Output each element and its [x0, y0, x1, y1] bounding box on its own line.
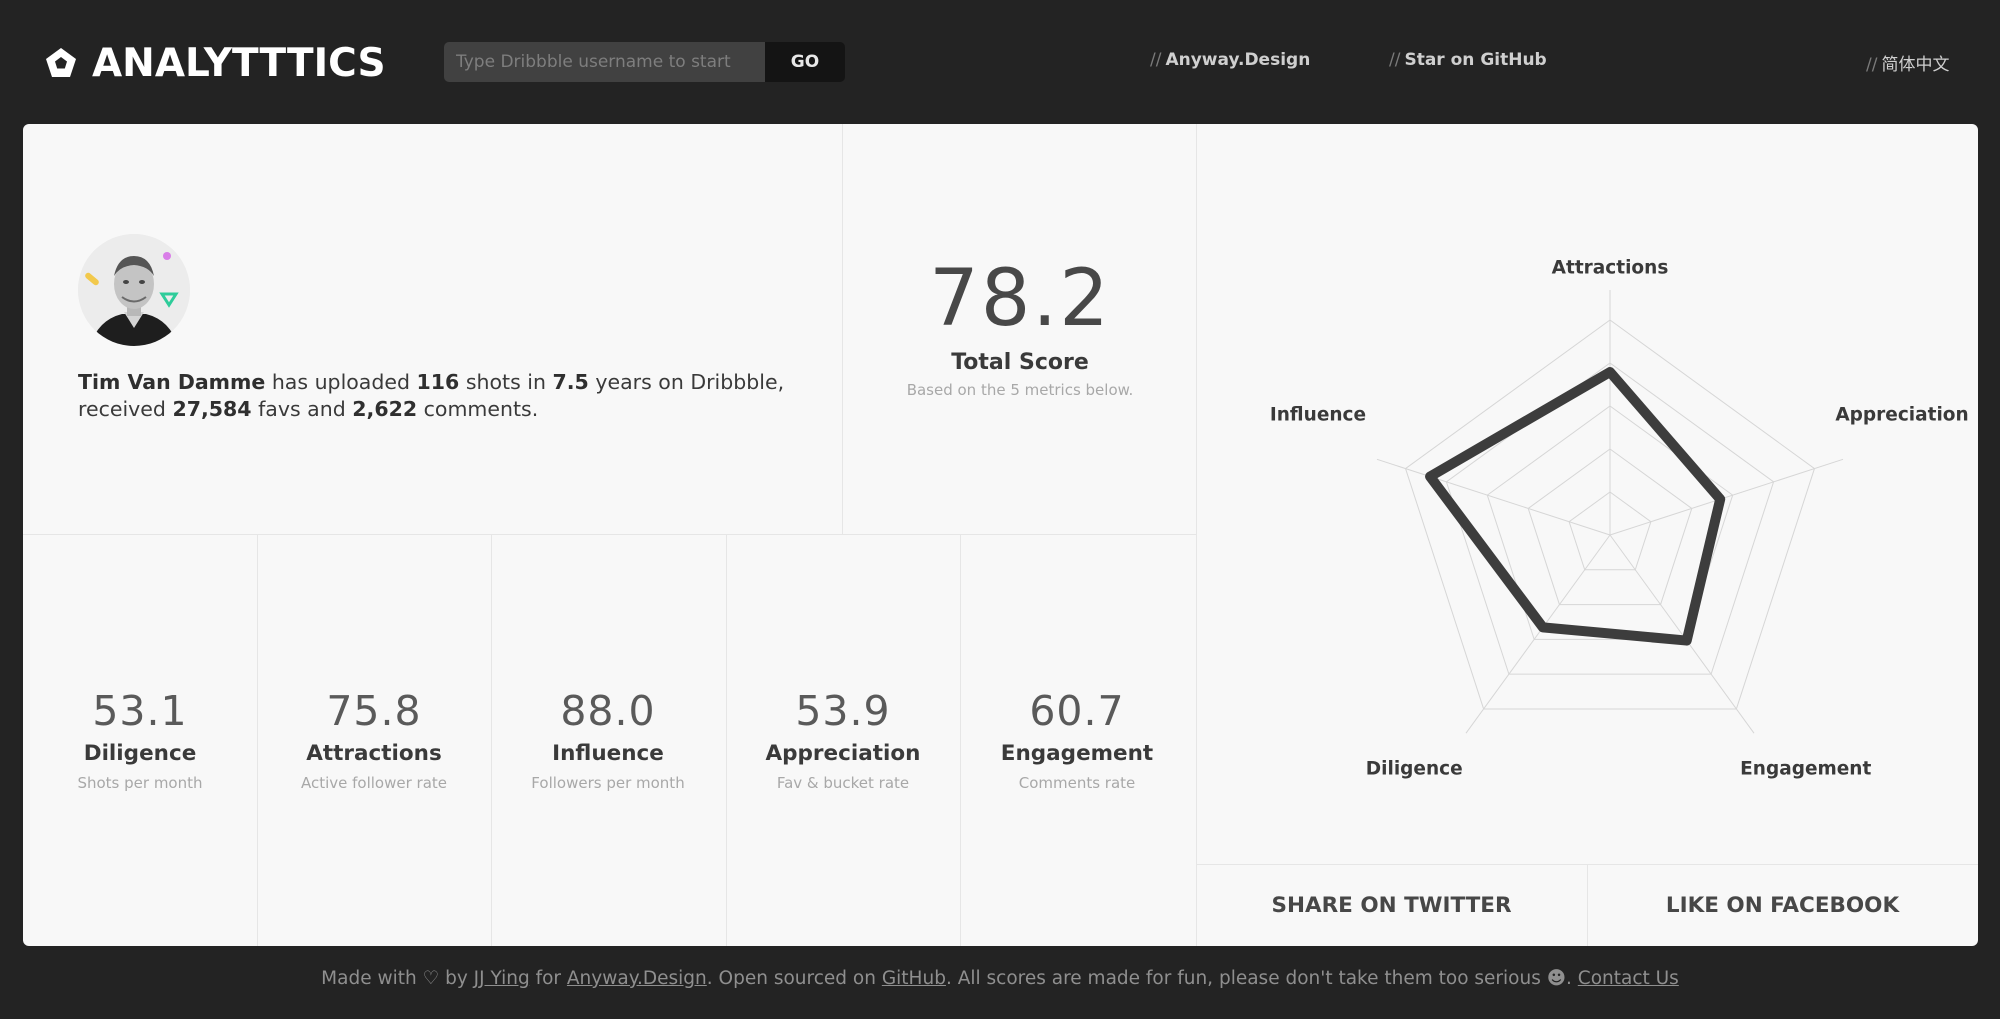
- radar-axis-line: [1609, 458, 1844, 536]
- radar-axis-line: [1376, 458, 1611, 536]
- profile-text: years on Dribbble,: [588, 370, 785, 394]
- footer: Made with ♡ by JJ Ying for Anyway.Design…: [0, 968, 2000, 989]
- logo-text: ANALYTTTICS: [92, 40, 386, 86]
- logo[interactable]: ANALYTTTICS: [44, 40, 386, 86]
- metric-value: 60.7: [1029, 687, 1125, 735]
- metric-value: 53.9: [795, 687, 891, 735]
- metric-name: Appreciation: [765, 741, 921, 766]
- avatar-portrait: [78, 234, 190, 346]
- divider: [23, 534, 1196, 535]
- nav-slash: //: [1150, 50, 1162, 70]
- nav-label: Anyway.Design: [1165, 50, 1311, 70]
- radar-axis-label: Appreciation: [1835, 404, 1969, 426]
- metric-sub: Followers per month: [531, 774, 685, 792]
- footer-text: . Open sourced on: [706, 968, 882, 989]
- pentagon-icon: [46, 48, 76, 77]
- radar-series-polygon: [1425, 367, 1726, 646]
- header: ANALYTTTICS GO //Anyway.Design //Star on…: [0, 0, 2000, 124]
- profile-comments: 2,622: [352, 397, 418, 421]
- metric-value: 53.1: [92, 687, 188, 735]
- footer-text: . All scores are made for fun, please do…: [945, 968, 1578, 989]
- metric-attractions: 75.8 Attractions Active follower rate: [257, 687, 491, 792]
- profile-years: 7.5: [552, 370, 589, 394]
- nav-link-chinese[interactable]: //简体中文: [1866, 50, 1949, 75]
- metric-diligence: 53.1 Diligence Shots per month: [23, 687, 257, 792]
- footer-link-contact[interactable]: Contact Us: [1578, 968, 1679, 989]
- metric-sub: Fav & bucket rate: [776, 774, 910, 792]
- footer-link-site[interactable]: Anyway.Design: [567, 968, 707, 989]
- results-card: Tim Van Damme has uploaded 116 shots in …: [23, 124, 1978, 946]
- metric-name: Attractions: [306, 741, 442, 766]
- radar-axis-label: Diligence: [1365, 758, 1463, 780]
- footer-text: for: [529, 968, 567, 989]
- metric-influence: 88.0 Influence Followers per month: [491, 687, 725, 792]
- profile-text: has uploaded: [265, 370, 417, 394]
- nav-slash: //: [1389, 50, 1401, 70]
- radar-axis-label: Influence: [1269, 404, 1367, 426]
- like-facebook-button[interactable]: LIKE ON FACEBOOK: [1587, 864, 1978, 946]
- profile-shots: 116: [416, 370, 460, 394]
- total-score-sub: Based on the 5 metrics below.: [906, 381, 1134, 399]
- share-twitter-button[interactable]: SHARE ON TWITTER: [1196, 864, 1587, 946]
- total-score-value: 78.2: [843, 254, 1197, 344]
- go-button[interactable]: GO: [765, 42, 845, 82]
- metric-value: 75.8: [326, 687, 422, 735]
- search-bar: GO: [444, 42, 845, 82]
- metric-appreciation: 53.9 Appreciation Fav & bucket rate: [726, 687, 960, 792]
- profile-name: Tim Van Damme: [78, 370, 266, 394]
- profile-text: favs and: [251, 397, 353, 421]
- profile-text: shots in: [459, 370, 553, 394]
- total-score-panel: 78.2 Total Score Based on the 5 metrics …: [843, 254, 1197, 399]
- total-score-int: 78: [929, 254, 1033, 344]
- footer-link-github[interactable]: GitHub: [882, 968, 946, 989]
- profile-favs: 27,584: [172, 397, 252, 421]
- metric-name: Diligence: [83, 741, 197, 766]
- metric-engagement: 60.7 Engagement Comments rate: [960, 687, 1194, 792]
- profile-summary: Tim Van Damme has uploaded 116 shots in …: [78, 369, 838, 423]
- metric-sub: Shots per month: [77, 774, 203, 792]
- nav-link-anyway-design[interactable]: //Anyway.Design: [1150, 50, 1310, 70]
- metric-value: 88.0: [560, 687, 656, 735]
- avatar: [78, 234, 190, 346]
- username-input[interactable]: [444, 42, 765, 82]
- metric-sub: Comments rate: [1018, 774, 1136, 792]
- radar-chart-svg: [1376, 290, 1844, 734]
- metric-name: Influence: [552, 741, 664, 766]
- radar-axis-label: Engagement: [1740, 758, 1872, 780]
- nav-label: 简体中文: [1881, 55, 1950, 75]
- footer-link-author[interactable]: JJ Ying: [474, 968, 530, 989]
- nav-slash: //: [1866, 55, 1878, 75]
- profile-text: received: [78, 397, 173, 421]
- metric-name: Engagement: [1000, 741, 1154, 766]
- profile-text: comments.: [417, 397, 539, 421]
- radar-chart: Attractions Appreciation Engagement Diligen…: [1196, 124, 1978, 864]
- total-score-label: Total Score: [951, 350, 1089, 375]
- radar-axis-label: Attractions: [1551, 257, 1669, 279]
- footer-text: Made with ♡ by: [321, 968, 474, 989]
- total-score-dec: .2: [1032, 254, 1111, 344]
- nav-link-star-github[interactable]: //Star on GitHub: [1389, 50, 1547, 70]
- metric-sub: Active follower rate: [300, 774, 448, 792]
- nav-label: Star on GitHub: [1404, 50, 1547, 70]
